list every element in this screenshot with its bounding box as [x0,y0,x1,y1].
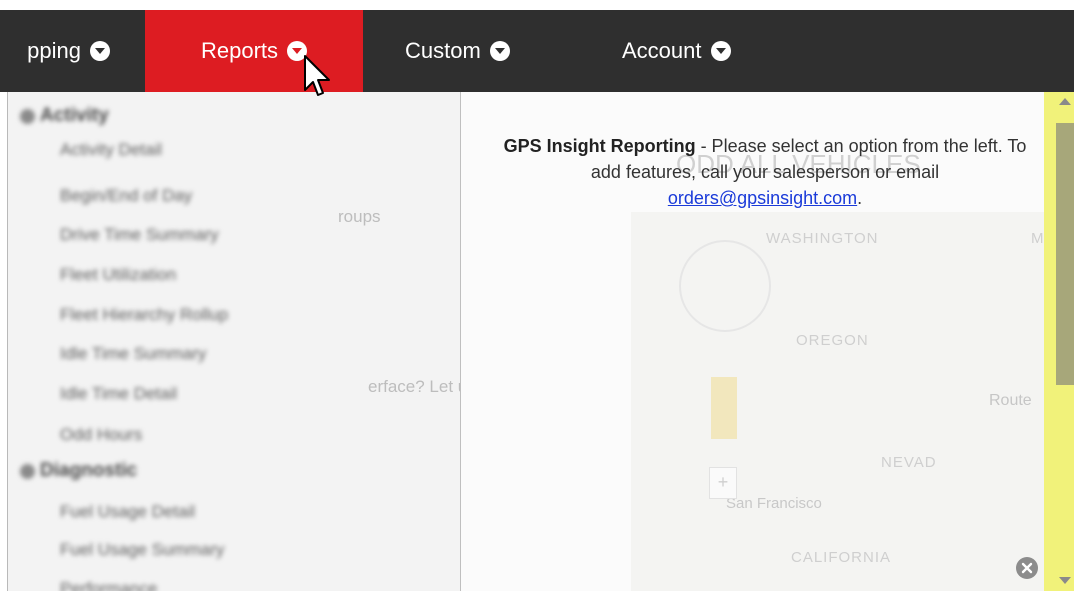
map-pan-control [679,240,771,332]
bullet-icon [20,463,35,479]
menu-section-activity[interactable]: Activity [20,105,109,127]
ghost-text: roups [338,207,381,226]
menu-item[interactable]: Begin/End of Day [60,186,192,206]
menu-item[interactable]: Fuel Usage Summary [60,540,224,560]
map-label: MO [1031,230,1044,247]
map-label: San Francisco [726,495,822,512]
map-label: OREGON [796,332,869,349]
nav-account[interactable]: Account [622,10,792,92]
scroll-down-icon[interactable] [1059,577,1071,584]
close-icon[interactable] [1016,557,1038,579]
chevron-down-icon [710,41,731,61]
menu-item[interactable]: Idle Time Detail [60,384,177,404]
menu-section-label: Diagnostic [40,460,138,481]
menu-item[interactable]: Fuel Usage Detail [60,502,195,522]
menu-item[interactable]: Performance [60,579,157,591]
nav-account-label: Account [622,38,702,63]
mouse-cursor-icon [303,54,331,105]
map-label: WASHINGTON [766,230,879,247]
nav-mapping[interactable]: pping [0,10,128,92]
menu-section-diagnostic[interactable]: Diagnostic [20,460,137,482]
message-end: . [857,188,863,208]
menu-item[interactable]: Activity Detail [60,140,162,160]
email-link[interactable]: orders@gpsinsight.com [668,188,857,208]
menu-item[interactable]: Fleet Utilization [60,265,176,285]
ghost-text: erface? Let us hear [368,377,460,396]
map-label: Route [989,392,1032,409]
chevron-down-icon [489,41,510,61]
street-view-icon [711,377,737,439]
message-title: GPS Insight Reporting [503,136,696,156]
scrollbar-thumb[interactable] [1056,123,1074,385]
zoom-in-icon: + [709,467,737,499]
menu-item[interactable]: Drive Time Summary [60,225,219,245]
menu-item[interactable]: Odd Hours [60,425,142,445]
report-message: GPS Insight Reporting - Please select an… [495,133,1035,211]
nav-mapping-label: pping [27,38,81,63]
menu-item[interactable]: Fleet Hierarchy Rollup [60,305,228,325]
bullet-icon [20,108,35,124]
reports-dropdown: roups erface? Let us hear ✢ ☐ ☒ ✢ ☐ ☒ Ac… [8,92,461,591]
scroll-up-icon[interactable] [1059,98,1071,105]
nav-custom-label: Custom [405,38,481,63]
map-label: CALIFORNIA [791,549,892,566]
chevron-down-icon [90,41,110,61]
menu-item[interactable]: Idle Time Summary [60,344,206,364]
nav-custom[interactable]: Custom [405,10,555,92]
menu-section-label: Activity [40,105,109,126]
nav-reports-label: Reports [200,38,279,63]
map-label: NEVAD [881,454,937,471]
